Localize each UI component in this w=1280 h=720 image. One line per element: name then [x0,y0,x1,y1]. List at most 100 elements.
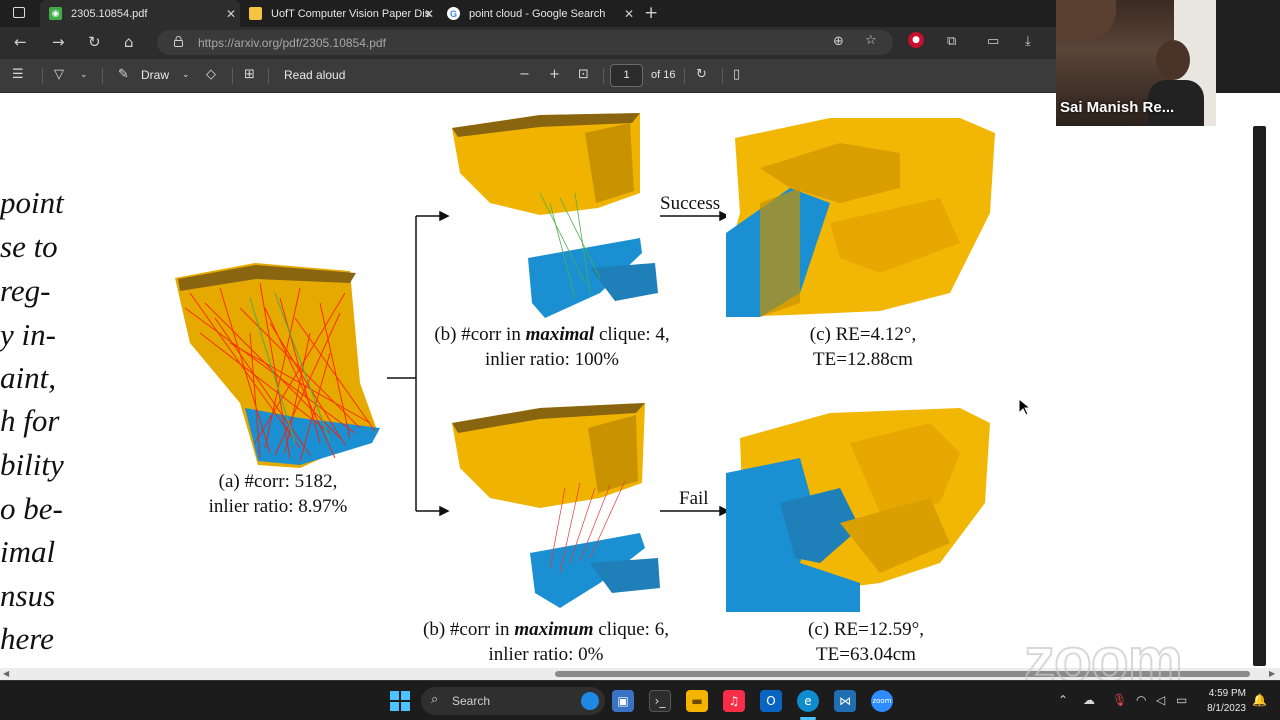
onedrive-icon[interactable]: ☁ [1083,693,1095,707]
microphone-icon[interactable]: 🎙 [1112,693,1127,707]
terminal-icon[interactable]: ›_ [649,690,671,712]
draw-button[interactable]: Draw [141,68,169,82]
divider [42,68,43,84]
new-tab-button[interactable]: + [644,3,658,23]
chevron-down-icon[interactable]: ⌄ [80,70,88,80]
music-icon[interactable]: ♫ [723,690,745,712]
divider [603,68,604,84]
caption-c-top-line1: (c) RE=4.12°, [809,324,917,345]
pdf-favicon-icon: ◉ [49,7,62,20]
volume-icon[interactable]: ◁ [1156,693,1165,707]
highlight-icon[interactable]: ▽ [54,67,64,82]
caption-c-bottom: (c) RE=12.59°, TE=63.04cm [760,617,972,667]
browser-tab-strip: ◉ 2305.10854.pdf ✕ UofT Computer Vision … [0,0,1056,27]
caption-emphasis: maximum [514,619,594,640]
doc-favicon-icon [249,7,262,20]
zoom-video-tile[interactable]: Sai Manish Re... [1056,0,1216,126]
windows-start-icon[interactable] [390,691,410,711]
taskbar-search-box[interactable]: ⌕ Search [421,687,605,715]
edge-icon[interactable]: e [797,690,819,712]
search-icon: ⌕ [431,692,439,707]
figure-graphics [175,113,996,612]
page-view-icon[interactable]: ▯ [733,67,740,82]
taskbar: ⌕ Search ▣ ›_ ▬ ♫ O e ⋈ zoom ⌃ ☁ 🎙 ◠ ◁ ▭… [0,680,1280,720]
caption-a-line1: (a) #corr: 5182, [218,471,338,492]
download-icon[interactable]: ⤓ [1025,34,1031,49]
wifi-icon[interactable]: ◠ [1136,693,1146,707]
clock-time: 4:59 PM [1208,688,1246,699]
window-menu-icon[interactable] [13,7,25,18]
caption-b-top: (b) #corr in maximal clique: 4, inlier r… [412,322,692,372]
caption-c-bottom-line1: (c) RE=12.59°, [808,619,924,640]
registration-success-image [726,118,996,317]
store-icon[interactable]: ▣ [612,690,634,712]
read-aloud-button[interactable]: Read aloud [284,68,345,82]
chevron-down-icon[interactable]: ⌄ [182,70,190,80]
vertical-scrollbar[interactable] [1253,126,1266,666]
tab-google[interactable]: G point cloud - Google Search ✕ [438,0,638,27]
draw-pen-icon[interactable]: ✎ [118,67,129,82]
success-label: Success [660,193,721,214]
registration-fail-image [726,408,990,612]
caption-c-bottom-line2: TE=63.04cm [816,644,916,665]
caption-text: (b) #corr in [434,324,526,345]
tab-uoft[interactable]: UofT Computer Vision Paper Dis ✕ [240,0,438,27]
close-tab-icon[interactable]: ✕ [226,7,236,21]
divider [722,68,723,84]
maximal-clique-image [452,113,658,318]
divider [268,68,269,84]
forward-icon[interactable]: → [52,33,65,51]
caption-emphasis: maximal [525,324,595,345]
caption-a: (a) #corr: 5182, inlier ratio: 8.97% [178,469,378,519]
favorite-star-icon[interactable]: ☆ [865,33,877,48]
caption-text: (b) #corr in [423,619,515,640]
battery-icon[interactable]: ▭ [1176,693,1187,707]
zoom-page-icon[interactable]: ⊕ [833,34,844,49]
system-clock[interactable]: 4:59 PM 8/1/2023 [1196,686,1246,716]
tab-title: point cloud - Google Search [469,7,606,20]
fit-page-icon[interactable]: ⊡ [578,67,589,82]
scroll-left-icon[interactable]: ◀ [3,669,9,678]
split-screen-icon[interactable]: ▭ [987,34,999,49]
close-tab-icon[interactable]: ✕ [624,7,634,21]
notification-icon[interactable]: 🔔 [1252,693,1267,707]
file-explorer-icon[interactable]: ▬ [686,690,708,712]
page-number-input[interactable]: 1 [610,64,643,87]
tab-title: UofT Computer Vision Paper Dis [271,7,431,20]
contents-icon[interactable]: ☰ [12,67,24,82]
caption-b-top-line1: (b) #corr in maximal clique: 4, [412,322,692,347]
mouse-cursor-icon [1018,398,1030,416]
scroll-right-icon[interactable]: ▶ [1269,669,1275,678]
zoom-out-icon[interactable]: − [519,67,530,82]
page-total: of 16 [651,69,676,81]
caption-a-line2: inlier ratio: 8.97% [208,496,348,517]
url-text: https://arxiv.org/pdf/2305.10854.pdf [198,36,386,50]
tab-pdf[interactable]: ◉ 2305.10854.pdf ✕ [40,0,240,27]
show-hidden-icons-icon[interactable]: ⌃ [1058,693,1068,707]
vscode-icon[interactable]: ⋈ [834,690,856,712]
home-icon[interactable]: ⌂ [124,33,134,51]
divider [102,68,103,84]
zoom-in-icon[interactable]: + [549,67,560,82]
participant-silhouette [1156,40,1190,80]
zoom-app-icon[interactable]: zoom [871,690,893,712]
back-icon[interactable]: ← [14,33,27,51]
pdf-page: point se to reg- y in- aint, h for bilit… [0,93,1280,680]
caption-c-top-line2: TE=12.88cm [813,349,913,370]
text-icon[interactable]: ⊞ [244,67,255,82]
lock-icon [174,36,183,47]
extension-icon[interactable]: ● [908,32,924,48]
caption-b-top-line2: inlier ratio: 100% [484,349,620,370]
extensions-puzzle-icon[interactable]: ⧉ [947,34,956,49]
eraser-icon[interactable]: ◇ [206,67,216,82]
caption-c-top: (c) RE=4.12°, TE=12.88cm [760,322,966,372]
refresh-icon[interactable]: ↻ [88,33,101,51]
close-tab-icon[interactable]: ✕ [424,7,434,21]
url-field[interactable]: https://arxiv.org/pdf/2305.10854.pdf ⊕ ☆ [157,30,893,55]
clock-date: 8/1/2023 [1207,703,1246,714]
caption-b-bottom-line2: inlier ratio: 0% [488,644,604,665]
outlook-icon[interactable]: O [760,690,782,712]
rotate-icon[interactable]: ↻ [696,67,707,82]
divider [232,68,233,84]
divider [684,68,685,84]
